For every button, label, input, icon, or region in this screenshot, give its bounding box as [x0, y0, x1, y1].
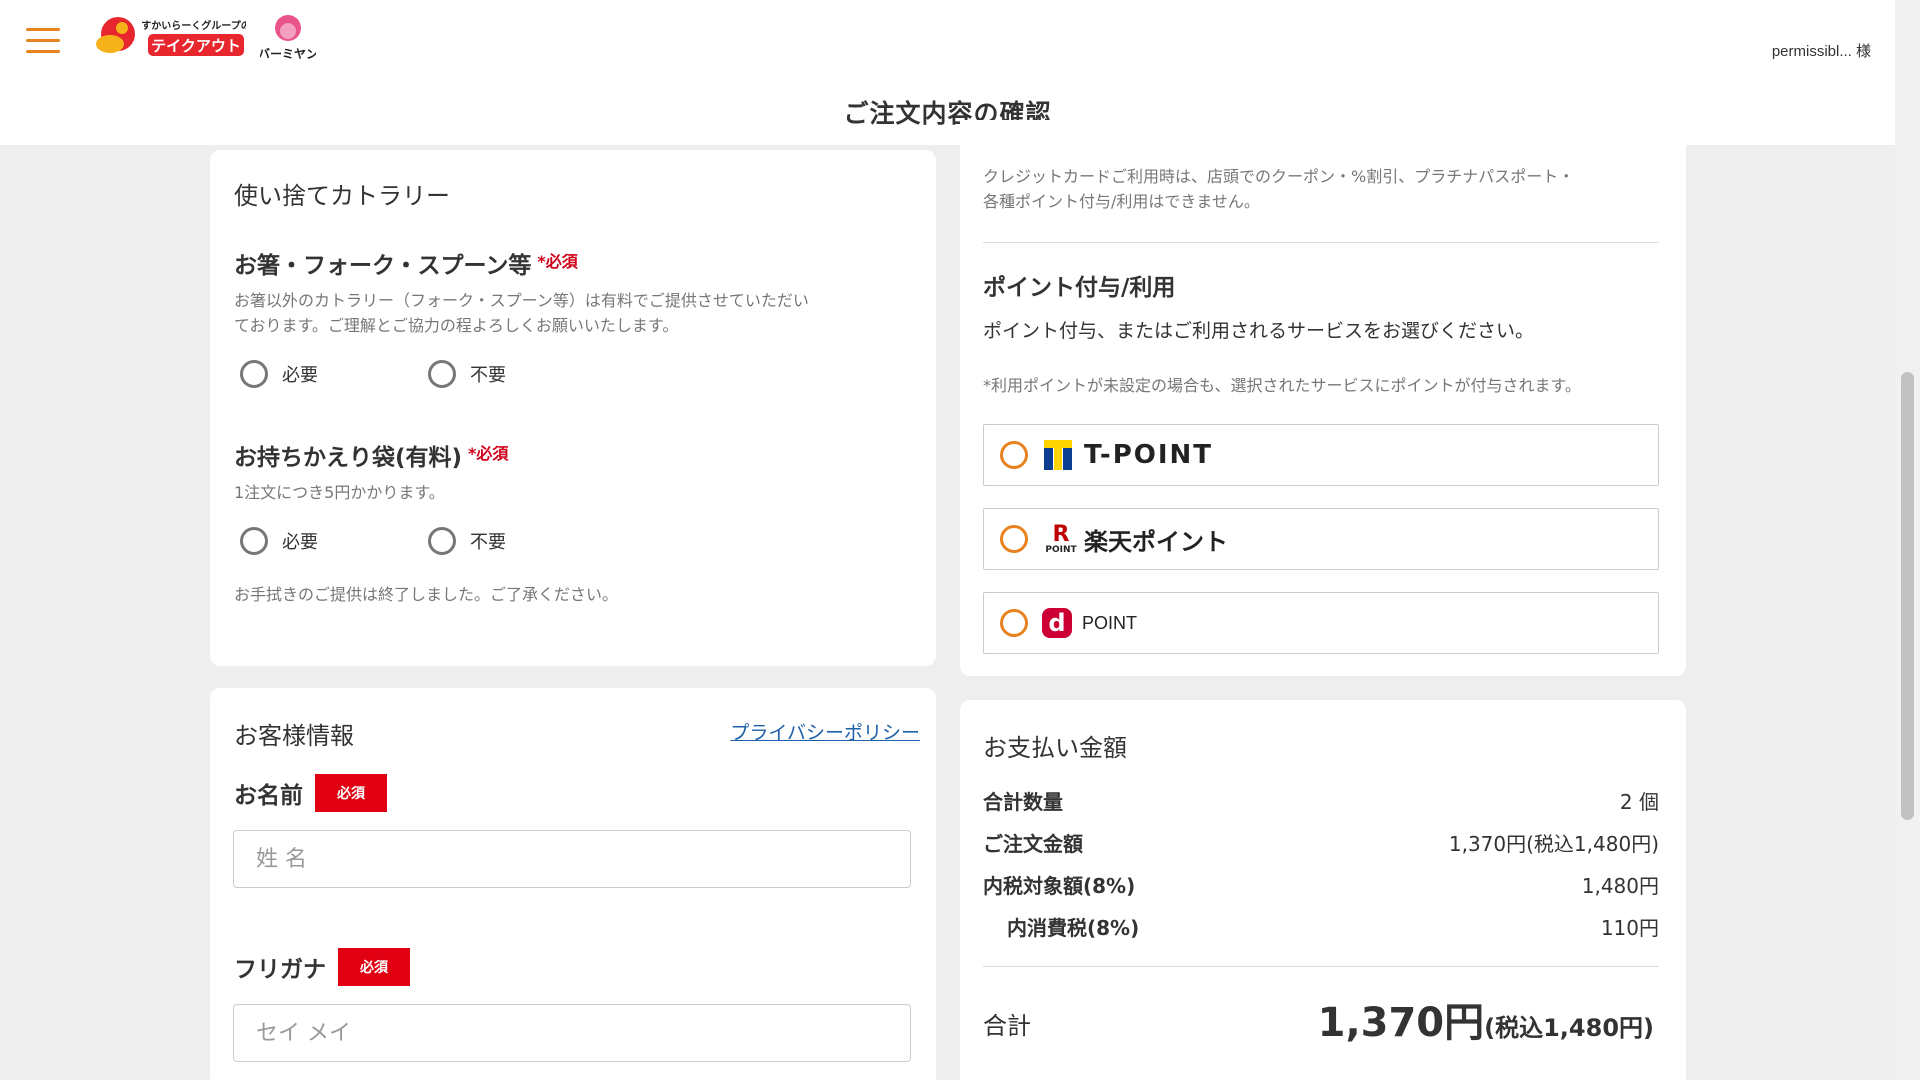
credit-card-note: クレジットカードご利用時は、店頭でのクーポン・%割引、プラチナパスポート・ 各種… [983, 164, 1663, 214]
logo-takeout-text: テイクアウト [151, 37, 241, 55]
payment-row-value: 2 個 [1619, 790, 1659, 814]
name-field-label: お名前 必須 [234, 774, 387, 812]
bag-no-radio[interactable]: 不要 [428, 527, 616, 555]
radio-circle-icon[interactable] [240, 360, 268, 388]
privacy-policy-link[interactable]: プライバシーポリシー [730, 718, 920, 745]
payment-row: 合計数量 2 個 [983, 786, 1659, 815]
desc-line: ております。ご理解とご協力の程よろしくお願いいたします。 [234, 316, 679, 335]
user-name[interactable]: permissibl... 様 [1772, 40, 1871, 61]
radio-label: 必要 [282, 532, 318, 553]
kana-input[interactable] [233, 1004, 911, 1062]
payment-row: ご注文金額 1,370円(税込1,480円) [983, 828, 1659, 857]
radio-circle-icon[interactable] [1000, 441, 1028, 469]
hamburger-menu-icon[interactable] [26, 28, 60, 56]
radio-label: 不要 [470, 532, 506, 553]
payment-row-label: 合計数量 [983, 790, 1063, 814]
payment-row-label: 内税対象額(8%) [983, 874, 1136, 898]
privacy-policy-link-text[interactable]: プライバシーポリシー [730, 722, 920, 744]
rakuten-logo-letter: R [1052, 521, 1070, 547]
name-label: お名前 [234, 783, 303, 809]
cutlery-question-desc: お箸以外のカトラリー（フォーク・スプーン等）は有料でご提供させていただい ており… [234, 288, 924, 338]
radio-circle-icon[interactable] [428, 360, 456, 388]
rakuten-point-label: 楽天ポイント [1084, 527, 1228, 556]
skylark-takeout-logo[interactable]: テイクアウト すかいらーくグループの [96, 12, 251, 60]
d-point-label: POINT [1082, 612, 1138, 633]
cutlery-title: 使い捨てカトラリー [234, 182, 450, 210]
d-point-logo-icon: d [1042, 608, 1072, 638]
divider [983, 966, 1659, 967]
bag-question: お持ちかえり袋(有料) *必須 [234, 438, 508, 472]
rakuten-point-option[interactable]: R POINT 楽天ポイント [983, 508, 1659, 570]
cutlery-need-radio[interactable]: 必要 [240, 360, 428, 388]
rakuten-logo-sub: POINT [1045, 544, 1077, 555]
logo-group-text: すかいらーくグループの [141, 19, 246, 32]
points-title: ポイント付与/利用 [983, 275, 1176, 301]
cutlery-no-radio[interactable]: 不要 [428, 360, 616, 388]
payment-card: お支払い金額 合計数量 2 個 ご注文金額 1,370円(税込1,480円) 内… [960, 700, 1686, 1080]
required-mark: *必須 [537, 252, 578, 271]
points-card: クレジットカードご利用時は、店頭でのクーポン・%割引、プラチナパスポート・ 各種… [960, 120, 1686, 676]
cutlery-question: お箸・フォーク・スプーン等 *必須 [234, 246, 578, 280]
cutlery-radio-group: 必要 不要 [240, 360, 616, 388]
payment-row-label: 内消費税(8%) [1007, 916, 1140, 940]
kana-label: フリガナ [234, 957, 326, 983]
divider [983, 242, 1659, 243]
required-mark: *必須 [468, 444, 509, 463]
bag-question-title: お持ちかえり袋(有料) [234, 445, 463, 471]
radio-label: 不要 [470, 365, 506, 386]
t-point-option[interactable]: T-POINT [983, 424, 1659, 486]
required-badge: 必須 [315, 774, 387, 812]
t-point-label: T-POINT [1084, 440, 1214, 470]
payment-title: お支払い金額 [983, 734, 1127, 762]
points-sub-note: *利用ポイントが未設定の場合も、選択されたサービスにポイントが付与されます。 [983, 376, 1581, 395]
total-amount: 1,370円 (税込1,480円) [1318, 990, 1654, 1048]
note-line: 各種ポイント付与/利用はできません。 [983, 192, 1260, 211]
desc-line: お箸以外のカトラリー（フォーク・スプーン等）は有料でご提供させていただい [234, 291, 809, 310]
radio-circle-icon[interactable] [428, 527, 456, 555]
customer-title: お客様情報 [234, 722, 354, 750]
total-amount-tax: (税込1,480円) [1484, 1014, 1654, 1042]
payment-row-value: 1,370円(税込1,480円) [1448, 832, 1659, 856]
cutlery-card: 使い捨てカトラリー お箸・フォーク・スプーン等 *必須 お箸以外のカトラリー（フォ… [210, 150, 936, 666]
scrollbar-thumb[interactable] [1901, 372, 1914, 820]
payment-row-label: ご注文金額 [983, 832, 1083, 856]
name-input[interactable] [233, 830, 911, 888]
bag-need-radio[interactable]: 必要 [240, 527, 428, 555]
required-badge: 必須 [338, 948, 410, 986]
payment-row-value: 110円 [1600, 916, 1659, 940]
payment-row: 内税対象額(8%) 1,480円 [983, 870, 1659, 899]
note-line: クレジットカードご利用時は、店頭でのクーポン・%割引、プラチナパスポート・ [983, 167, 1575, 186]
radio-circle-icon[interactable] [1000, 609, 1028, 637]
bag-radio-group: 必要 不要 [240, 527, 616, 555]
customer-info-card: お客様情報 プライバシーポリシー お名前 必須 フリガナ 必須 [210, 688, 936, 1080]
radio-circle-icon[interactable] [240, 527, 268, 555]
t-point-logo-icon [1044, 440, 1072, 470]
radio-circle-icon[interactable] [1000, 525, 1028, 553]
points-desc: ポイント付与、またはご利用されるサービスをお選びください。 [983, 320, 1535, 342]
d-point-option[interactable]: d POINT [983, 592, 1659, 654]
rakuten-logo-icon: R POINT [1042, 521, 1080, 555]
wet-towel-note: お手拭きのご提供は終了しました。ご了承ください。 [234, 585, 619, 604]
total-amount-value: 1,370円 [1317, 1000, 1485, 1046]
bamiyan-logo[interactable]: バーミヤン [258, 12, 318, 62]
cutlery-question-title: お箸・フォーク・スプーン等 [234, 253, 532, 279]
kana-field-label: フリガナ 必須 [234, 948, 410, 986]
total-label: 合計 [983, 1012, 1031, 1040]
logo-bamiyan-text: バーミヤン [260, 47, 316, 61]
bag-question-desc: 1注文につき5円かかります。 [234, 483, 445, 502]
payment-row-value: 1,480円 [1581, 874, 1659, 898]
payment-row: 内消費税(8%) 110円 [983, 912, 1659, 941]
page-scrollbar[interactable] [1895, 0, 1920, 1080]
radio-label: 必要 [282, 365, 318, 386]
